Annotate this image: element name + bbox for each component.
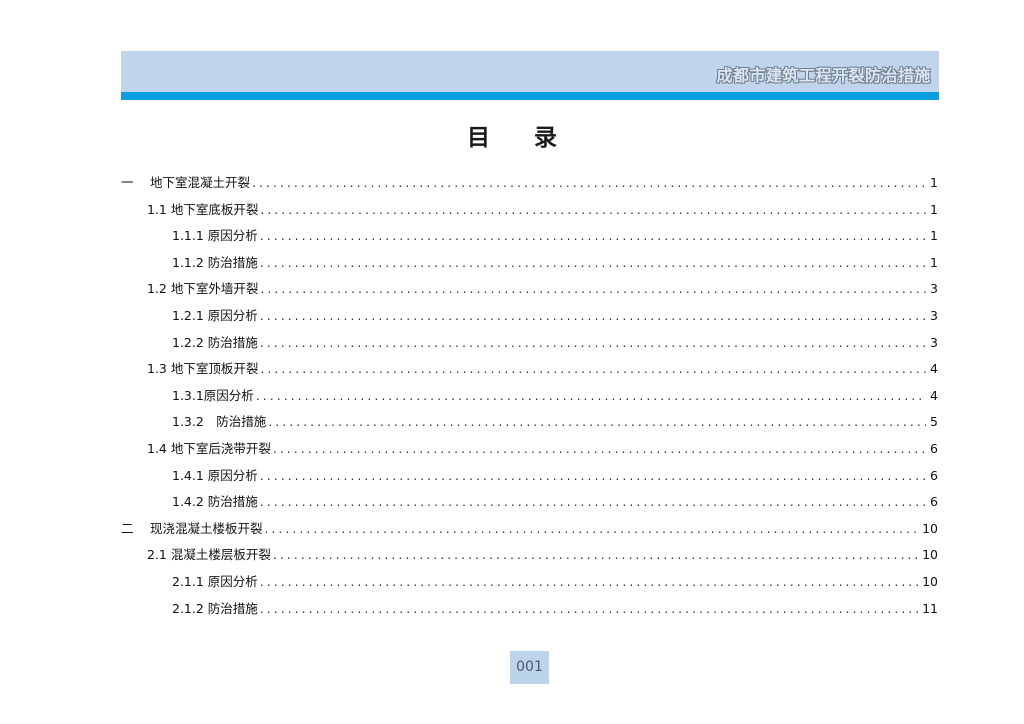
toc-dot-leader [260, 601, 918, 617]
toc-dot-leader [260, 228, 926, 244]
toc-entry-page: 1 [930, 201, 938, 217]
toc-dot-leader [260, 494, 926, 510]
toc-entry-label: 1.4 地下室后浇带开裂 [147, 441, 271, 456]
toc-entry[interactable]: 一 地下室混凝土开裂 1 [121, 175, 938, 191]
toc-entry[interactable]: 2.1.1 原因分析 10 [172, 574, 938, 590]
toc-entry-label: 1.3.1原因分析 [172, 387, 254, 403]
toc-dot-leader [260, 574, 918, 590]
header-banner: 成都市建筑工程开裂防治措施 [121, 51, 939, 92]
toc-entry-label: 1.1 地下室底板开裂 [147, 201, 259, 217]
toc-entry-page: 10 [922, 574, 938, 589]
toc-entry[interactable]: 1.3 地下室顶板开裂 4 [147, 361, 938, 377]
toc-entry-label: 2.1.2 防治措施 [172, 600, 258, 616]
toc-entry[interactable]: 2.1 混凝土楼层板开裂 10 [147, 547, 938, 563]
toc-entry-page: 4 [930, 387, 938, 403]
toc-entry-page: 6 [930, 441, 938, 456]
toc-entry-label: 1.2.2 防治措施 [172, 334, 258, 350]
toc-dot-leader [260, 255, 926, 271]
toc-entry-page: 1 [930, 228, 938, 244]
toc-entry-page: 5 [930, 414, 938, 430]
toc-entry-page: 6 [930, 494, 938, 510]
toc-dot-leader [268, 414, 926, 430]
toc-entry-page: 4 [930, 361, 938, 377]
toc-dot-leader [260, 335, 926, 351]
toc-entry[interactable]: 1.3.2 防治措施 5 [172, 414, 938, 430]
toc-entry[interactable]: 1.1.1 原因分析 1 [172, 228, 938, 244]
toc-dot-leader [260, 308, 926, 324]
toc-entry-page: 10 [922, 547, 938, 563]
page-number: 001 [510, 651, 549, 684]
toc-entry[interactable]: 1.4.2 防治措施 6 [172, 494, 938, 510]
toc-entry-label: 1.4.2 防治措施 [172, 494, 258, 510]
toc-dot-leader [260, 361, 926, 377]
toc-dot-leader [264, 521, 918, 537]
toc-entry-page: 3 [930, 281, 938, 297]
toc-entry-page: 10 [922, 520, 938, 536]
toc-entry[interactable]: 1.1 地下室底板开裂 1 [147, 202, 938, 218]
toc-entry-label: 2.1 混凝土楼层板开裂 [147, 547, 271, 563]
toc-entry-label: 1.2 地下室外墙开裂 [147, 281, 259, 297]
toc-entry-page: 3 [930, 334, 938, 350]
toc-entry-page: 3 [930, 308, 938, 323]
toc-entry[interactable]: 二 现浇混凝土楼板开裂 10 [121, 521, 938, 537]
toc-entry-label: 一 地下室混凝土开裂 [121, 175, 250, 190]
toc-entry[interactable]: 1.2 地下室外墙开裂 3 [147, 281, 938, 297]
toc-entry[interactable]: 2.1.2 防治措施 11 [172, 601, 938, 617]
toc-entry-label: 1.1.2 防治措施 [172, 254, 258, 270]
toc-entry[interactable]: 1.4 地下室后浇带开裂 6 [147, 441, 938, 457]
toc-entry-label: 1.2.1 原因分析 [172, 308, 258, 323]
toc-entry[interactable]: 1.1.2 防治措施 1 [172, 255, 938, 271]
toc-entry-page: 11 [922, 600, 938, 616]
toc-dot-leader [273, 441, 926, 457]
toc-entry-label: 1.4.1 原因分析 [172, 467, 258, 483]
toc-entry-label: 1.3 地下室顶板开裂 [147, 361, 259, 377]
toc-entry-page: 1 [930, 254, 938, 270]
toc-dot-leader [273, 547, 918, 563]
toc-dot-leader [256, 388, 926, 404]
toc-entry-label: 1.1.1 原因分析 [172, 228, 258, 244]
toc-dot-leader [260, 281, 926, 297]
toc-dot-leader [252, 175, 926, 191]
toc-entry-label: 2.1.1 原因分析 [172, 574, 258, 589]
toc-entry[interactable]: 1.3.1原因分析 4 [172, 388, 938, 404]
toc-entry[interactable]: 1.2.2 防治措施 3 [172, 335, 938, 351]
toc-entry[interactable]: 1.2.1 原因分析 3 [172, 308, 938, 324]
toc-entry-label: 二 现浇混凝土楼板开裂 [121, 520, 263, 536]
toc-dot-leader [260, 468, 926, 484]
toc-entry-label: 1.3.2 防治措施 [172, 414, 267, 430]
header-accent-bar [121, 92, 939, 100]
toc-entry[interactable]: 1.4.1 原因分析 6 [172, 468, 938, 484]
toc-entry-page: 1 [930, 175, 938, 190]
document-title: 成都市建筑工程开裂防治措施 [716, 66, 931, 85]
toc-heading: 目录 [467, 125, 601, 151]
toc-entry-page: 6 [930, 467, 938, 483]
toc-dot-leader [260, 202, 926, 218]
